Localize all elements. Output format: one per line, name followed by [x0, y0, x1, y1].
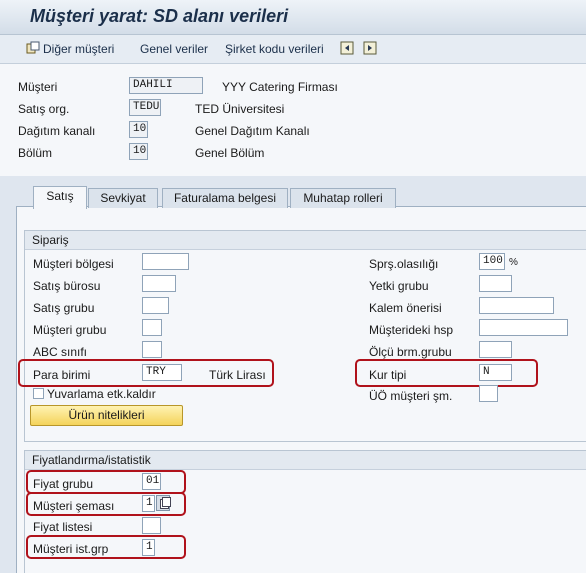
item-proposal-label: Kalem önerisi: [369, 301, 442, 315]
previous-screen-icon[interactable]: [340, 41, 354, 55]
tab-billing-document[interactable]: Faturalama belgesi: [162, 188, 288, 208]
other-customer-icon[interactable]: [26, 41, 40, 55]
dist-channel-label: Dağıtım kanalı: [18, 124, 96, 138]
tab-sales[interactable]: Satış: [33, 186, 87, 209]
tab-partner-roles[interactable]: Muhatap rolleri: [290, 188, 396, 208]
pricing-statistics-group-title: Fiyatlandırma/istatistik: [25, 451, 586, 470]
price-list-label: Fiyat listesi: [33, 520, 93, 534]
dist-channel-name: Genel Dağıtım Kanalı: [195, 124, 310, 138]
customer-field[interactable]: DAHILI: [129, 77, 203, 94]
pp-customer-proc-field[interactable]: [479, 385, 498, 402]
customer-label: Müşteri: [18, 80, 58, 94]
abc-class-field[interactable]: [142, 341, 162, 358]
sales-org-label: Satış org.: [18, 102, 70, 116]
sales-org-name: TED Üniversitesi: [195, 102, 285, 116]
other-customer-button[interactable]: Diğer müşteri: [43, 42, 114, 56]
customer-group-field[interactable]: [142, 319, 162, 336]
sales-group-field[interactable]: [142, 297, 169, 314]
tab-shipping[interactable]: Sevkiyat: [88, 188, 158, 208]
division-field[interactable]: 10: [129, 143, 148, 160]
sales-org-field[interactable]: TEDU: [129, 99, 161, 116]
sales-district-field[interactable]: [142, 253, 189, 270]
currency-highlight: [18, 359, 274, 387]
customer-statistics-group-highlight: [26, 535, 186, 559]
account-at-customer-field[interactable]: [479, 319, 568, 336]
division-label: Bölüm: [18, 146, 53, 160]
order-probability-field[interactable]: 100: [479, 253, 505, 270]
customer-name: YYY Catering Firması: [222, 80, 338, 94]
dist-channel-field[interactable]: 10: [129, 121, 148, 138]
general-data-button[interactable]: Genel veriler: [140, 42, 208, 56]
sales-group-label: Satış grubu: [33, 301, 95, 315]
rounding-checkbox[interactable]: [33, 388, 44, 399]
price-list-field[interactable]: [142, 517, 161, 534]
application-toolbar: Diğer müşteri Genel veriler Şirket kodu …: [0, 35, 586, 64]
company-code-data-button[interactable]: Şirket kodu verileri: [225, 42, 324, 56]
product-attributes-button[interactable]: Ürün nitelikleri: [30, 405, 183, 426]
order-group-title: Sipariş: [25, 231, 586, 250]
sales-office-label: Satış bürosu: [33, 279, 101, 293]
percent-unit: %: [509, 257, 518, 268]
unit-group-field[interactable]: [479, 341, 512, 358]
page-title: Müşteri yarat: SD alanı verileri: [30, 6, 289, 26]
authorization-group-field[interactable]: [479, 275, 512, 292]
title-bar: Müşteri yarat: SD alanı verileri: [0, 0, 586, 35]
item-proposal-field[interactable]: [479, 297, 554, 314]
division-name: Genel Bölüm: [195, 146, 265, 160]
pp-customer-proc-label: ÜÖ müşteri şm.: [369, 389, 453, 403]
customer-group-label: Müşteri grubu: [33, 323, 107, 337]
order-probability-label: Sprş.olasılığı: [369, 257, 439, 271]
rounding-checkbox-label: Yuvarlama etk.kaldır: [47, 387, 156, 401]
customer-pricing-procedure-highlight: [26, 492, 186, 516]
abc-class-label: ABC sınıfı: [33, 345, 88, 359]
authorization-group-label: Yetki grubu: [369, 279, 429, 293]
sales-district-label: Müşteri bölgesi: [33, 257, 114, 271]
unit-group-label: Ölçü brm.grubu: [369, 345, 452, 359]
sales-office-field[interactable]: [142, 275, 176, 292]
next-screen-icon[interactable]: [363, 41, 377, 55]
exchange-rate-highlight: [355, 359, 538, 387]
price-group-highlight: [26, 470, 186, 494]
account-at-customer-label: Müşterideki hsp: [369, 323, 454, 337]
